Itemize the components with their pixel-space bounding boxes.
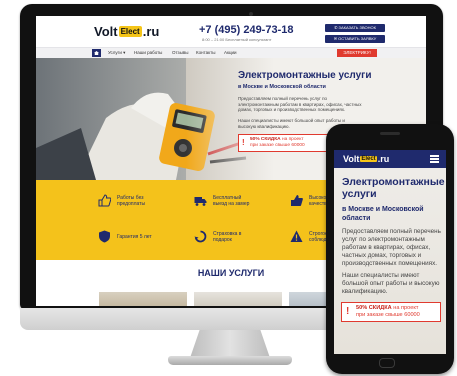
call-electrician-button[interactable]: ЭЛЕКТРИКУ! (337, 49, 377, 57)
feature-item: Работы без предоплаты (98, 194, 157, 207)
imac-base (168, 356, 292, 365)
mobile-text-2: Наши специалисты имеют большой опыт рабо… (342, 272, 440, 295)
mobile-text: Предоставляем полный перечень услуг по э… (342, 228, 441, 267)
shield-icon (98, 230, 111, 243)
logo-text-right: .ru (142, 24, 160, 39)
mobile-title: Электромонтажные услуги (342, 176, 445, 200)
header-phone[interactable]: +7 (495) 249-73-18 (199, 24, 293, 36)
logo-text-left: Volt (94, 24, 118, 39)
nav-item-contacts[interactable]: Контакты (196, 50, 215, 55)
mobile-logo[interactable]: Volt Elect .ru (343, 154, 389, 164)
promo-condition: при заказе свыше 60000 (250, 143, 305, 148)
exclamation-icon: ! (242, 138, 245, 147)
promo-box[interactable]: ! 50% СКИДКА на проект при заказе свыше … (238, 134, 330, 152)
smartphone: Volt Elect .ru Электромонтажные услуги в… (326, 124, 454, 374)
promo-label: на проект (281, 137, 304, 142)
callback-button[interactable]: ✆ ЗАКАЗАТЬ ЗВОНОК (325, 24, 385, 32)
hero-text: Предоставляем полный перечень услуг по э… (238, 96, 362, 112)
logo-text-right: .ru (377, 154, 390, 164)
site-logo[interactable]: Volt Elect .ru (94, 24, 159, 39)
promo-condition: при заказе свыше 60000 (356, 312, 420, 318)
logo-badge: Elect (118, 26, 142, 37)
imac-stand (190, 330, 270, 358)
service-card[interactable] (99, 292, 187, 306)
mobile-screen: Volt Elect .ru Электромонтажные услуги в… (334, 150, 446, 354)
promo-discount: 50% СКИДКА (250, 137, 281, 142)
header-hours: 8:00 – 21:00 Бесплатный консультант (202, 37, 272, 42)
hero-title: Электромонтажные услуги (238, 70, 372, 81)
warning-icon (290, 230, 303, 243)
feature-text: Гарантия 5 лет (117, 233, 152, 240)
feature-text: Работы без предоплаты (117, 194, 146, 207)
truck-icon (194, 194, 207, 207)
nav-item-works[interactable]: Наши работы (134, 50, 162, 55)
promo-label: на проект (393, 305, 419, 311)
home-button[interactable] (379, 358, 395, 368)
feature-text: Бесплатный выезд на замер (213, 194, 250, 207)
request-button[interactable]: ✉ ОСТАВИТЬ ЗАЯВКУ (325, 35, 385, 43)
thumbs-up-icon (98, 194, 111, 207)
like-icon (290, 194, 303, 207)
feature-item: Бесплатный выезд на замер (194, 194, 253, 207)
logo-badge: Elect (360, 156, 377, 162)
service-card[interactable] (194, 292, 282, 306)
logo-text-left: Volt (343, 154, 360, 164)
feature-item: Гарантия 5 лет (98, 230, 157, 243)
recycle-icon (194, 230, 207, 243)
mobile-header: Volt Elect .ru (334, 150, 446, 168)
home-icon[interactable] (92, 49, 101, 57)
phone-speaker (380, 132, 400, 135)
promo-discount: 50% СКИДКА (356, 305, 392, 311)
feature-item: Страховка в подарок (194, 230, 253, 243)
feature-text: Страховка в подарок (213, 230, 242, 243)
mobile-promo-box[interactable]: ! 50% СКИДКА на проект при заказе свыше … (341, 302, 441, 322)
hero-subtitle: в Москве и Московской области (238, 84, 326, 90)
hamburger-menu-icon[interactable] (430, 155, 439, 163)
nav-item-reviews[interactable]: Отзывы (172, 50, 188, 55)
site-header: Volt Elect .ru +7 (495) 249-73-18 8:00 –… (36, 16, 426, 44)
mobile-subtitle: в Москве и Московской области (342, 206, 424, 222)
nav-item-sales[interactable]: Акции (224, 50, 237, 55)
nav-item-services[interactable]: Услуги ▾ (108, 50, 125, 56)
exclamation-icon: ! (346, 306, 350, 317)
